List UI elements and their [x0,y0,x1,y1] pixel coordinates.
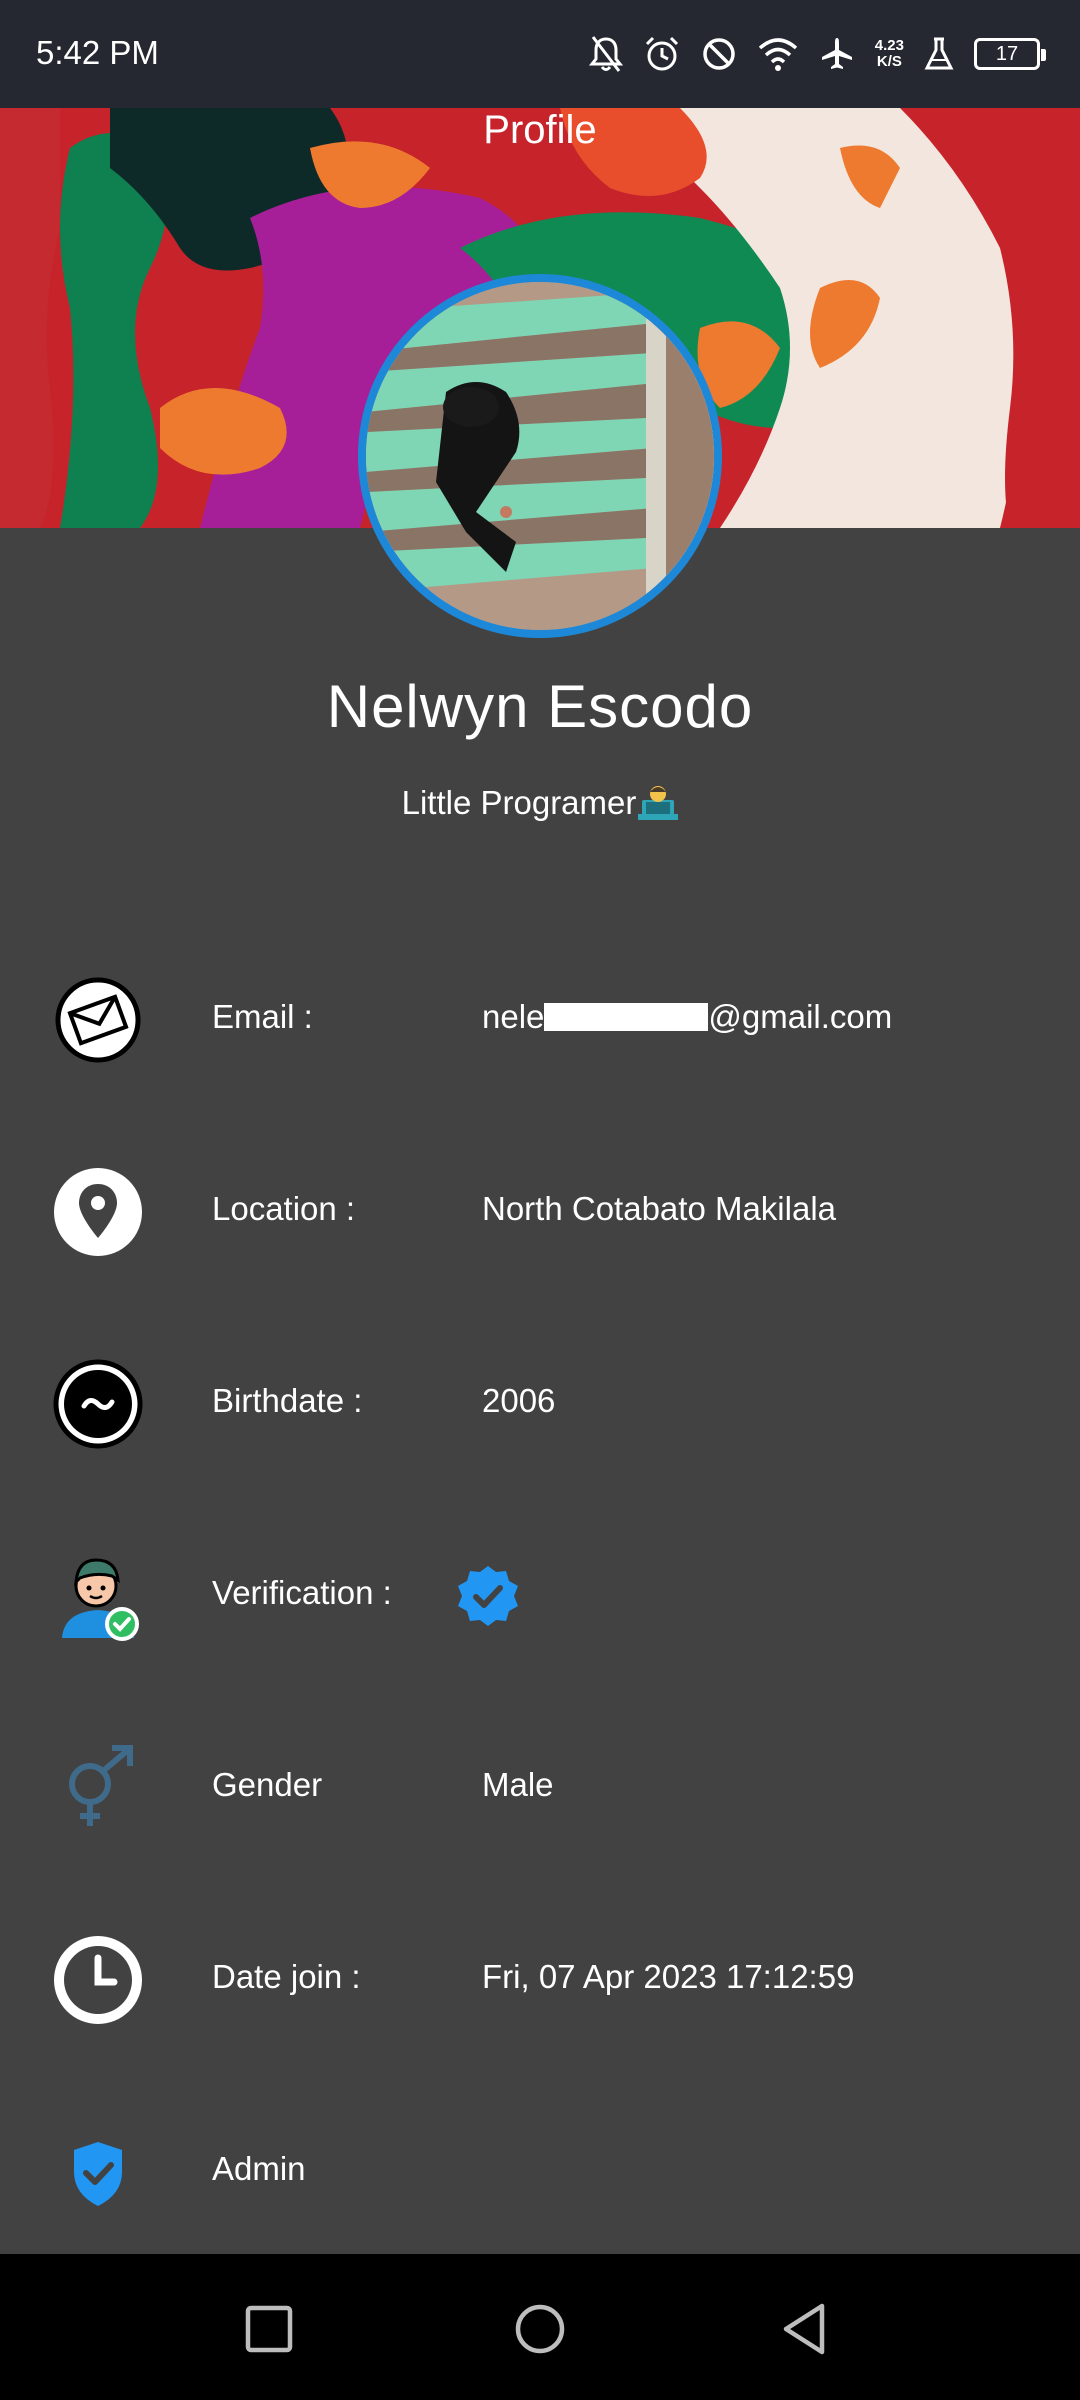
page-title: Profile [483,108,597,152]
date-join-label: Date join : [212,1958,361,1995]
gender-icon [69,1745,133,1826]
verification-row: Verification : [0,1536,1080,1656]
date-join-value: Fri, 07 Apr 2023 17:12:59 [482,1958,855,1995]
admin-row: Admin [0,2112,1080,2232]
alarm-icon [645,36,678,71]
location-value: North Cotabato Makilala [482,1190,837,1227]
gender-row: Gender Male [0,1728,1080,1848]
profile-avatar[interactable] [358,274,722,638]
status-bar: 5:42 PM 4.23 K/S 17 [0,0,1080,108]
airplane-icon [821,38,852,69]
admin-shield-icon [74,2142,122,2206]
email-row: Email : nele @gmail.com [0,960,1080,1080]
location-row: Location : North Cotabato Makilala [0,1152,1080,1272]
profile-bio: Little Programer [0,782,1080,822]
admin-label: Admin [212,2150,306,2187]
lab-flask-icon [924,37,954,70]
verified-user-icon [62,1558,139,1641]
email-prefix: nele [482,998,545,1035]
email-suffix: @gmail.com [708,998,893,1035]
verification-label: Verification : [212,1574,392,1611]
profile-bio-text: Little Programer [401,784,637,821]
battery-icon: 17 [974,38,1046,70]
technologist-emoji-icon [638,786,679,820]
avatar-photo [366,282,714,630]
net-speed: 4.23 K/S [875,38,904,70]
birthdate-label: Birthdate : [212,1382,363,1419]
status-time: 5:42 PM [36,34,159,71]
profile-name: Nelwyn Escodo [326,673,754,740]
wifi-icon [758,38,797,71]
recent-apps-button[interactable] [234,2294,304,2364]
status-icons: 4.23 K/S 17 [588,30,1046,78]
email-value: nele @gmail.com [482,998,892,1036]
do-not-disturb-icon [703,38,735,70]
net-speed-unit: K/S [876,53,902,70]
system-nav-bar [0,2254,1080,2400]
location-label: Location : [212,1190,356,1227]
back-button[interactable] [772,2294,842,2364]
verified-badge-icon [458,1566,518,1626]
date-join-row: Date join : Fri, 07 Apr 2023 17:12:59 [0,1920,1080,2040]
birthdate-row: Birthdate : 2006 [0,1344,1080,1464]
net-speed-value: 4.23 [874,37,904,54]
birthdate-value: 2006 [482,1382,556,1419]
battery-level: 17 [995,42,1019,65]
location-pin-icon [54,1168,142,1256]
clock-icon [54,1936,142,2024]
envelope-icon [55,977,141,1063]
email-label: Email : [212,998,313,1035]
gender-label: Gender [212,1766,323,1803]
wave-badge-icon [53,1359,143,1449]
mute-bell-icon [588,36,623,72]
redacted-block [544,1003,709,1031]
home-button[interactable] [505,2294,575,2364]
gender-value: Male [482,1766,554,1803]
